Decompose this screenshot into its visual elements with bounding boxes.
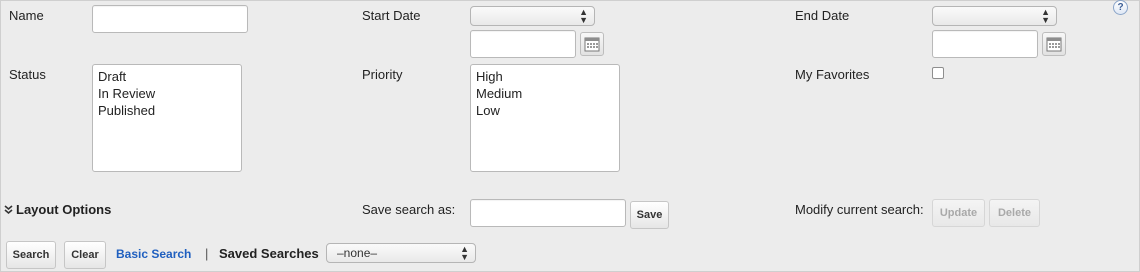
priority-option[interactable]: High <box>476 68 614 85</box>
my-favorites-checkbox[interactable] <box>932 67 944 79</box>
status-option[interactable]: Published <box>98 102 236 119</box>
clear-button[interactable]: Clear <box>64 241 106 269</box>
search-button[interactable]: Search <box>6 241 56 269</box>
update-search-button[interactable]: Update <box>932 199 985 227</box>
saved-searches-label: Saved Searches <box>219 246 319 261</box>
status-listbox[interactable]: Draft In Review Published <box>92 64 242 172</box>
start-date-range-select[interactable]: ▲ ▼ <box>470 6 595 26</box>
end-date-calendar-button[interactable] <box>1042 32 1066 56</box>
saved-searches-select[interactable]: –none– ▲ ▼ <box>326 243 476 263</box>
select-arrows-icon: ▲ ▼ <box>1041 7 1050 25</box>
end-date-range-select[interactable]: ▲ ▼ <box>932 6 1057 26</box>
modify-search-label: Modify current search: <box>795 202 924 217</box>
status-label: Status <box>9 67 46 82</box>
end-date-input[interactable] <box>932 30 1038 58</box>
footer-separator: | <box>205 246 209 261</box>
double-chevron-down-icon <box>4 204 13 214</box>
saved-searches-value: –none– <box>337 246 378 260</box>
my-favorites-label: My Favorites <box>795 67 870 82</box>
priority-label: Priority <box>362 67 403 82</box>
status-option[interactable]: Draft <box>98 68 236 85</box>
calendar-icon <box>1046 37 1062 52</box>
name-input[interactable] <box>92 5 248 33</box>
end-date-label: End Date <box>795 8 850 23</box>
layout-options-toggle[interactable]: Layout Options <box>4 202 111 217</box>
priority-option[interactable]: Low <box>476 102 614 119</box>
priority-option[interactable]: Medium <box>476 85 614 102</box>
delete-search-button[interactable]: Delete <box>989 199 1040 227</box>
select-arrows-icon: ▲ ▼ <box>579 7 588 25</box>
layout-options-label: Layout Options <box>16 202 112 217</box>
save-search-label: Save search as: <box>362 202 456 217</box>
save-search-input[interactable] <box>470 199 626 227</box>
calendar-icon <box>584 37 600 52</box>
help-icon[interactable]: ? <box>1113 0 1128 15</box>
save-search-button[interactable]: Save <box>630 201 669 229</box>
start-date-input[interactable] <box>470 30 576 58</box>
priority-listbox[interactable]: High Medium Low <box>470 64 620 172</box>
basic-search-link[interactable]: Basic Search <box>116 247 191 261</box>
start-date-calendar-button[interactable] <box>580 32 604 56</box>
select-arrows-icon: ▲ ▼ <box>460 244 469 262</box>
start-date-label: Start Date <box>362 8 421 23</box>
status-option[interactable]: In Review <box>98 85 236 102</box>
name-label: Name <box>9 8 44 23</box>
